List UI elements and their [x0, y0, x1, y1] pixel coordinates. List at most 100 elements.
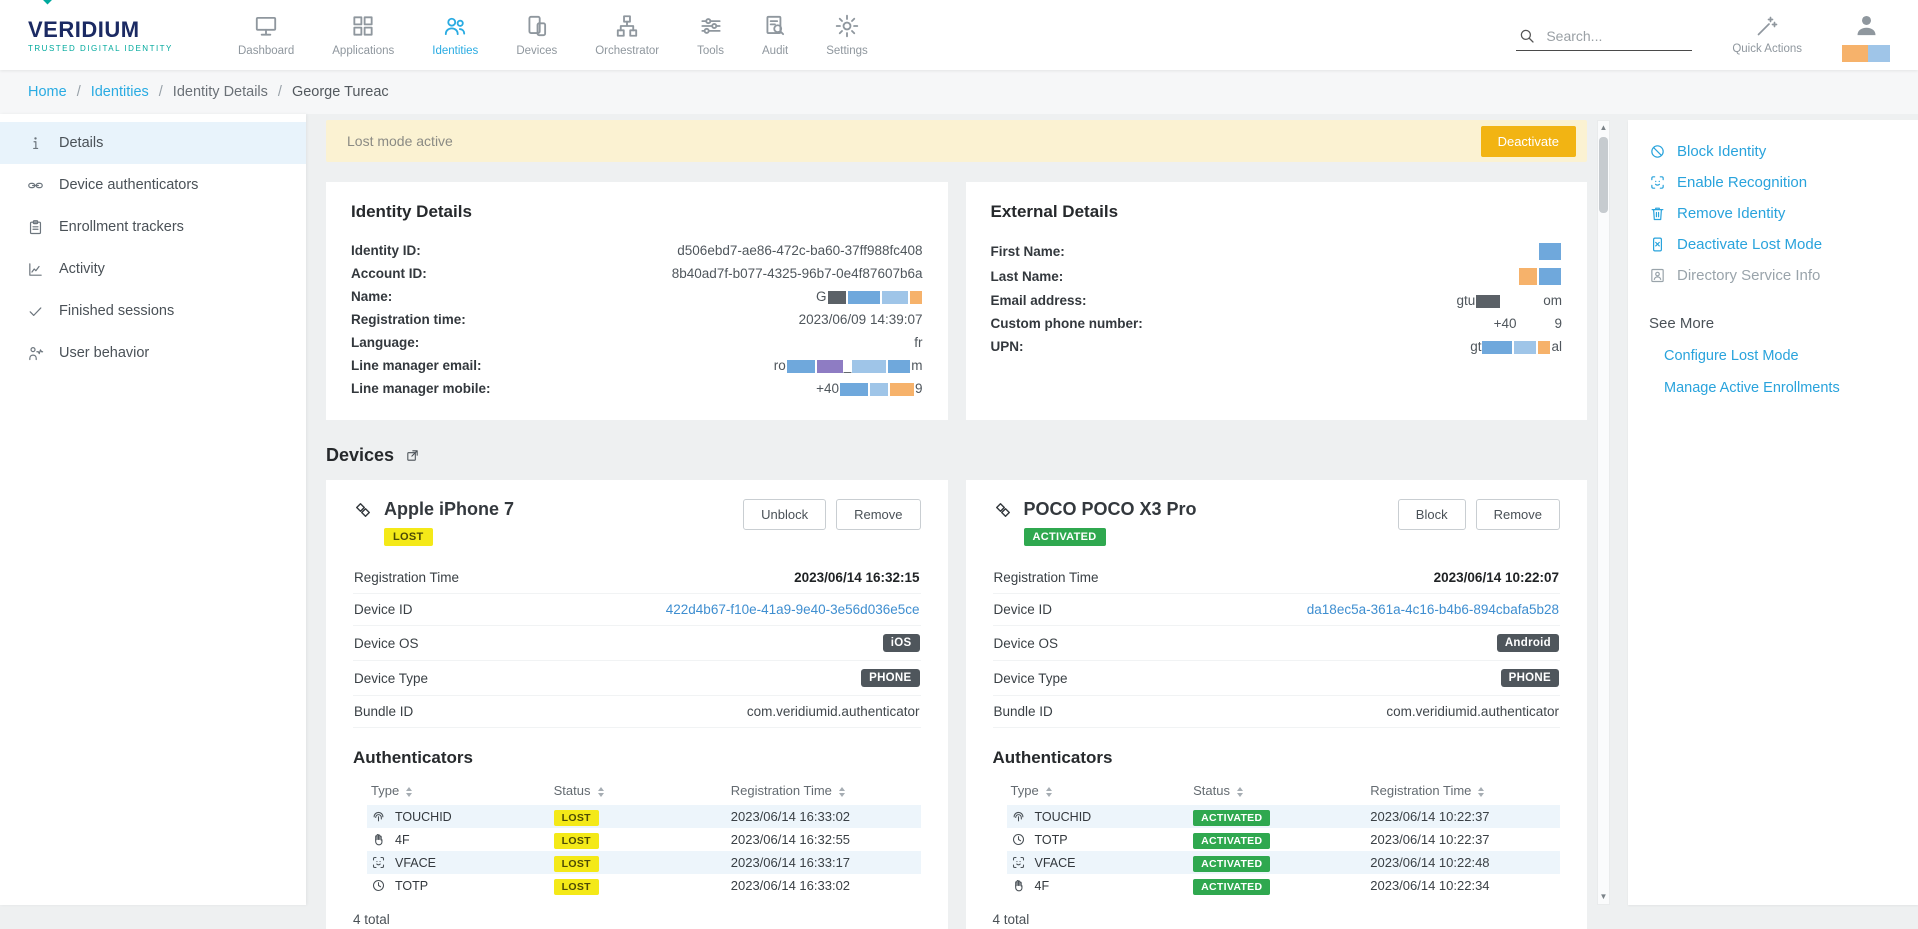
scrollbar-down-arrow[interactable]: ▼	[1600, 890, 1608, 904]
nav-item-audit[interactable]: Audit	[743, 9, 807, 61]
scrollbar-thumb[interactable]	[1599, 137, 1608, 213]
field-upn: UPN: gtal	[991, 335, 1563, 358]
redacted-block	[882, 291, 908, 304]
column-header-type[interactable]: Type	[1007, 776, 1190, 805]
breadcrumb-identity-details: Identity Details	[173, 84, 268, 100]
device-status-badge: ACTIVATED	[1024, 528, 1106, 546]
content-area: Details Device authenticators Enrollment…	[0, 114, 1918, 929]
deactivate-button[interactable]: Deactivate	[1481, 126, 1576, 157]
device-card-apple-iphone-7: Apple iPhone 7 LOST Unblock Remove Regis…	[326, 480, 948, 929]
remove-device-button[interactable]: Remove	[836, 499, 920, 530]
breadcrumb-identities[interactable]: Identities	[91, 84, 149, 100]
device-field-registration-time: Registration Time 2023/06/14 16:32:15	[353, 562, 921, 594]
breadcrumb: Home / Identities / Identity Details / G…	[0, 70, 1918, 114]
manage-active-enrollments-link[interactable]: Manage Active Enrollments	[1649, 372, 1897, 404]
block-icon	[1649, 143, 1666, 160]
sidebar-item-user-behavior[interactable]: User behavior	[0, 332, 306, 374]
sidebar-item-finished-sessions[interactable]: Finished sessions	[0, 290, 306, 332]
nav-item-dashboard[interactable]: Dashboard	[219, 9, 313, 61]
authenticators-total: 4 total	[993, 912, 1561, 927]
sidebar-item-activity[interactable]: Activity	[0, 248, 306, 290]
redacted-block	[787, 360, 815, 373]
search-icon[interactable]	[1518, 27, 1536, 45]
devices-icon	[524, 13, 550, 39]
field-last-name: Last Name:	[991, 264, 1563, 289]
column-header-registration-time[interactable]: Registration Time	[727, 776, 921, 805]
table-row: 4F LOST 2023/06/14 16:32:55	[367, 828, 921, 851]
column-header-status[interactable]: Status	[1189, 776, 1366, 805]
field-identity-id: Identity ID: d506ebd7-ae86-472c-ba60-37f…	[351, 239, 923, 262]
external-details-card: External Details First Name: Last Name: …	[966, 182, 1588, 420]
search-input[interactable]	[1546, 28, 1674, 44]
redacted-block	[852, 360, 886, 373]
device-field-device-type: Device Type PHONE	[353, 661, 921, 696]
directory-service-info-link: Directory Service Info	[1649, 260, 1897, 291]
device-os-badge: iOS	[883, 634, 920, 652]
redacted-block	[1539, 268, 1561, 285]
block-button[interactable]: Block	[1398, 499, 1466, 530]
nav-item-identities[interactable]: Identities	[413, 9, 497, 61]
nav-item-applications[interactable]: Applications	[313, 9, 413, 61]
sort-icon	[1046, 787, 1052, 797]
column-header-status[interactable]: Status	[550, 776, 727, 805]
device-diamonds-icon	[353, 500, 373, 520]
device-id-link[interactable]: da18ec5a-361a-4c16-b4b6-894cbafa5b28	[1307, 602, 1559, 617]
breadcrumb-home[interactable]: Home	[28, 84, 67, 100]
user-avatar-icon[interactable]	[1853, 12, 1880, 39]
block-identity-link[interactable]: Block Identity	[1649, 136, 1897, 167]
sidebar-item-device-authenticators[interactable]: Device authenticators	[0, 164, 306, 206]
chart-icon	[27, 261, 44, 278]
column-header-type[interactable]: Type	[367, 776, 550, 805]
sort-icon	[839, 787, 845, 797]
grid-icon	[350, 13, 376, 39]
configure-lost-mode-link[interactable]: Configure Lost Mode	[1649, 340, 1897, 372]
sidebar-item-details[interactable]: Details	[0, 122, 306, 164]
identity-details-card: Identity Details Identity ID: d506ebd7-a…	[326, 182, 948, 420]
device-id-link[interactable]: 422d4b67-f10e-41a9-9e40-3e56d036e5ce	[666, 602, 920, 617]
sort-icon	[598, 787, 604, 797]
nav-item-tools[interactable]: Tools	[678, 9, 743, 61]
open-in-window-icon[interactable]	[405, 448, 420, 463]
status-badge: ACTIVATED	[1193, 879, 1270, 895]
search-box[interactable]	[1516, 22, 1692, 51]
scrollbar-up-arrow[interactable]: ▲	[1600, 121, 1608, 135]
external-details-title: External Details	[991, 202, 1563, 222]
redacted-block	[828, 291, 846, 304]
table-row: TOUCHID LOST 2023/06/14 16:33:02	[367, 805, 921, 828]
redacted-block	[910, 291, 922, 304]
nav-item-orchestrator[interactable]: Orchestrator	[576, 9, 678, 61]
table-row: 4F ACTIVATED 2023/06/14 10:22:34	[1007, 874, 1561, 897]
people-icon	[442, 13, 468, 39]
vertical-scrollbar[interactable]: ▲ ▼	[1597, 120, 1610, 905]
unblock-button[interactable]: Unblock	[743, 499, 826, 530]
device-name: POCO POCO X3 Pro	[1024, 499, 1197, 520]
lost-mode-banner-text: Lost mode active	[347, 133, 453, 149]
device-field-device-os: Device OS Android	[993, 626, 1561, 661]
quick-actions-button[interactable]: Quick Actions	[1732, 8, 1802, 55]
details-cards-row: Identity Details Identity ID: d506ebd7-a…	[326, 182, 1587, 420]
nav-item-devices[interactable]: Devices	[497, 9, 576, 61]
field-registration-time: Registration time: 2023/06/09 14:39:07	[351, 308, 923, 331]
device-field-bundle-id: Bundle ID com.veridiumid.authenticator	[993, 696, 1561, 728]
sidebar-item-enrollment-trackers[interactable]: Enrollment trackers	[0, 206, 306, 248]
column-header-registration-time[interactable]: Registration Time	[1366, 776, 1560, 805]
lost-mode-phone-icon	[1649, 236, 1666, 253]
field-account-id: Account ID: 8b40ad7f-b077-4325-96b7-0e4f…	[351, 262, 923, 285]
device-status-badge: LOST	[384, 528, 433, 546]
user-menu[interactable]	[1842, 8, 1890, 62]
enable-recognition-link[interactable]: Enable Recognition	[1649, 167, 1897, 198]
devices-title: Devices	[326, 445, 394, 466]
logo-diamond-icon	[43, 0, 53, 4]
table-row: VFACE LOST 2023/06/14 16:33:17	[367, 851, 921, 874]
device-type-badge: PHONE	[1501, 669, 1559, 687]
veridium-logo[interactable]: VERIDIUM TRUSTED DIGITAL IDENTITY	[28, 17, 193, 53]
remove-identity-link[interactable]: Remove Identity	[1649, 198, 1897, 229]
see-more-heading: See More	[1649, 315, 1897, 332]
table-row: TOTP ACTIVATED 2023/06/14 10:22:37	[1007, 828, 1561, 851]
nav-item-settings[interactable]: Settings	[807, 9, 887, 61]
hand-icon	[1011, 878, 1026, 893]
authenticators-title: Authenticators	[993, 748, 1561, 768]
deactivate-lost-mode-link[interactable]: Deactivate Lost Mode	[1649, 229, 1897, 260]
directory-icon	[1649, 267, 1666, 284]
remove-device-button[interactable]: Remove	[1476, 499, 1560, 530]
